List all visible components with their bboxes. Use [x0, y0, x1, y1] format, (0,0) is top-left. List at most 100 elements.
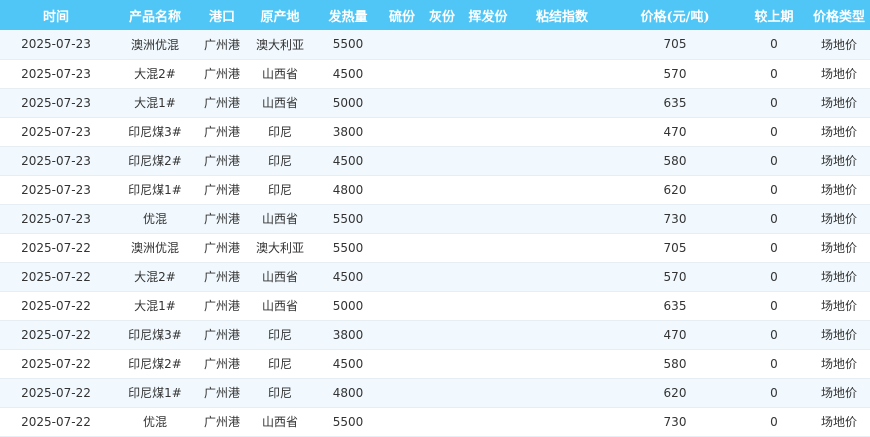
header-price-type[interactable]: 价格类型	[808, 0, 870, 30]
price-type-cell: 场地价	[808, 320, 870, 350]
calorific-cell: 5500	[314, 204, 382, 234]
sulfur-cell	[382, 262, 422, 292]
caking-cell	[514, 291, 610, 321]
product-cell: 澳洲优混	[112, 30, 198, 60]
sulfur-cell	[382, 291, 422, 321]
date-cell: 2025-07-22	[0, 378, 112, 408]
change-cell: 0	[740, 117, 808, 147]
product-cell: 印尼煤1#	[112, 175, 198, 205]
port-cell: 广州港	[198, 349, 246, 379]
table-row[interactable]: 2025-07-22 大混2# 广州港 山西省 4500 570 0 场地价	[0, 262, 870, 292]
change-cell: 0	[740, 378, 808, 408]
caking-cell	[514, 233, 610, 263]
date-cell: 2025-07-22	[0, 320, 112, 350]
date-cell: 2025-07-23	[0, 146, 112, 176]
caking-cell	[514, 204, 610, 234]
price-type-cell: 场地价	[808, 117, 870, 147]
table-row[interactable]: 2025-07-22 印尼煤2# 广州港 印尼 4500 580 0 场地价	[0, 349, 870, 379]
volatile-cell	[462, 175, 514, 205]
volatile-cell	[462, 146, 514, 176]
price-cell: 580	[610, 146, 740, 176]
port-cell: 广州港	[198, 30, 246, 60]
product-cell: 优混	[112, 204, 198, 234]
change-cell: 0	[740, 233, 808, 263]
table-row[interactable]: 2025-07-22 印尼煤1# 广州港 印尼 4800 620 0 场地价	[0, 378, 870, 408]
change-cell: 0	[740, 88, 808, 118]
table-row[interactable]: 2025-07-23 优混 广州港 山西省 5500 730 0 场地价	[0, 204, 870, 234]
header-ash[interactable]: 灰份	[422, 0, 462, 30]
product-cell: 大混2#	[112, 59, 198, 89]
origin-cell: 山西省	[246, 291, 314, 321]
ash-cell	[422, 30, 462, 60]
price-type-cell: 场地价	[808, 407, 870, 437]
table-row[interactable]: 2025-07-23 印尼煤1# 广州港 印尼 4800 620 0 场地价	[0, 175, 870, 205]
calorific-cell: 4800	[314, 378, 382, 408]
volatile-cell	[462, 117, 514, 147]
port-cell: 广州港	[198, 175, 246, 205]
ash-cell	[422, 378, 462, 408]
ash-cell	[422, 233, 462, 263]
table-row[interactable]: 2025-07-23 印尼煤2# 广州港 印尼 4500 580 0 场地价	[0, 146, 870, 176]
date-cell: 2025-07-23	[0, 88, 112, 118]
header-product-name[interactable]: 产品名称	[112, 0, 198, 30]
ash-cell	[422, 407, 462, 437]
volatile-cell	[462, 291, 514, 321]
header-calorific-value[interactable]: 发热量	[314, 0, 382, 30]
table-row[interactable]: 2025-07-23 大混2# 广州港 山西省 4500 570 0 场地价	[0, 59, 870, 89]
table-row[interactable]: 2025-07-23 大混1# 广州港 山西省 5000 635 0 场地价	[0, 88, 870, 118]
table-row[interactable]: 2025-07-22 澳洲优混 广州港 澳大利亚 5500 705 0 场地价	[0, 233, 870, 263]
origin-cell: 山西省	[246, 204, 314, 234]
ash-cell	[422, 204, 462, 234]
ash-cell	[422, 349, 462, 379]
caking-cell	[514, 88, 610, 118]
volatile-cell	[462, 59, 514, 89]
caking-cell	[514, 407, 610, 437]
table-row[interactable]: 2025-07-23 澳洲优混 广州港 澳大利亚 5500 705 0 场地价	[0, 30, 870, 60]
header-date[interactable]: 时间	[0, 0, 112, 30]
table-body: 2025-07-23 澳洲优混 广州港 澳大利亚 5500 705 0 场地价 2025-07-…	[0, 30, 870, 437]
table-row[interactable]: 2025-07-22 大混1# 广州港 山西省 5000 635 0 场地价	[0, 291, 870, 321]
calorific-cell: 4500	[314, 262, 382, 292]
price-cell: 470	[610, 117, 740, 147]
header-port[interactable]: 港口	[198, 0, 246, 30]
volatile-cell	[462, 30, 514, 60]
calorific-cell: 5500	[314, 30, 382, 60]
caking-cell	[514, 320, 610, 350]
sulfur-cell	[382, 407, 422, 437]
price-cell: 635	[610, 291, 740, 321]
port-cell: 广州港	[198, 88, 246, 118]
port-cell: 广州港	[198, 407, 246, 437]
table-row[interactable]: 2025-07-23 印尼煤3# 广州港 印尼 3800 470 0 场地价	[0, 117, 870, 147]
header-sulfur[interactable]: 硫份	[382, 0, 422, 30]
product-cell: 大混1#	[112, 291, 198, 321]
date-cell: 2025-07-23	[0, 117, 112, 147]
caking-cell	[514, 146, 610, 176]
table-row[interactable]: 2025-07-22 印尼煤3# 广州港 印尼 3800 470 0 场地价	[0, 320, 870, 350]
header-price[interactable]: 价格(元/吨)	[610, 0, 740, 30]
product-cell: 印尼煤3#	[112, 320, 198, 350]
header-change[interactable]: 较上期	[740, 0, 808, 30]
calorific-cell: 4500	[314, 349, 382, 379]
price-cell: 620	[610, 175, 740, 205]
calorific-cell: 5500	[314, 407, 382, 437]
product-cell: 澳洲优混	[112, 233, 198, 263]
product-cell: 印尼煤2#	[112, 146, 198, 176]
origin-cell: 山西省	[246, 59, 314, 89]
port-cell: 广州港	[198, 117, 246, 147]
volatile-cell	[462, 407, 514, 437]
header-volatile[interactable]: 挥发份	[462, 0, 514, 30]
origin-cell: 澳大利亚	[246, 30, 314, 60]
header-origin[interactable]: 原产地	[246, 0, 314, 30]
volatile-cell	[462, 204, 514, 234]
header-caking-index[interactable]: 粘结指数	[514, 0, 610, 30]
sulfur-cell	[382, 349, 422, 379]
calorific-cell: 4800	[314, 175, 382, 205]
ash-cell	[422, 117, 462, 147]
port-cell: 广州港	[198, 146, 246, 176]
product-cell: 印尼煤1#	[112, 378, 198, 408]
table-row[interactable]: 2025-07-22 优混 广州港 山西省 5500 730 0 场地价	[0, 407, 870, 437]
price-cell: 570	[610, 59, 740, 89]
volatile-cell	[462, 378, 514, 408]
sulfur-cell	[382, 378, 422, 408]
price-cell: 730	[610, 407, 740, 437]
